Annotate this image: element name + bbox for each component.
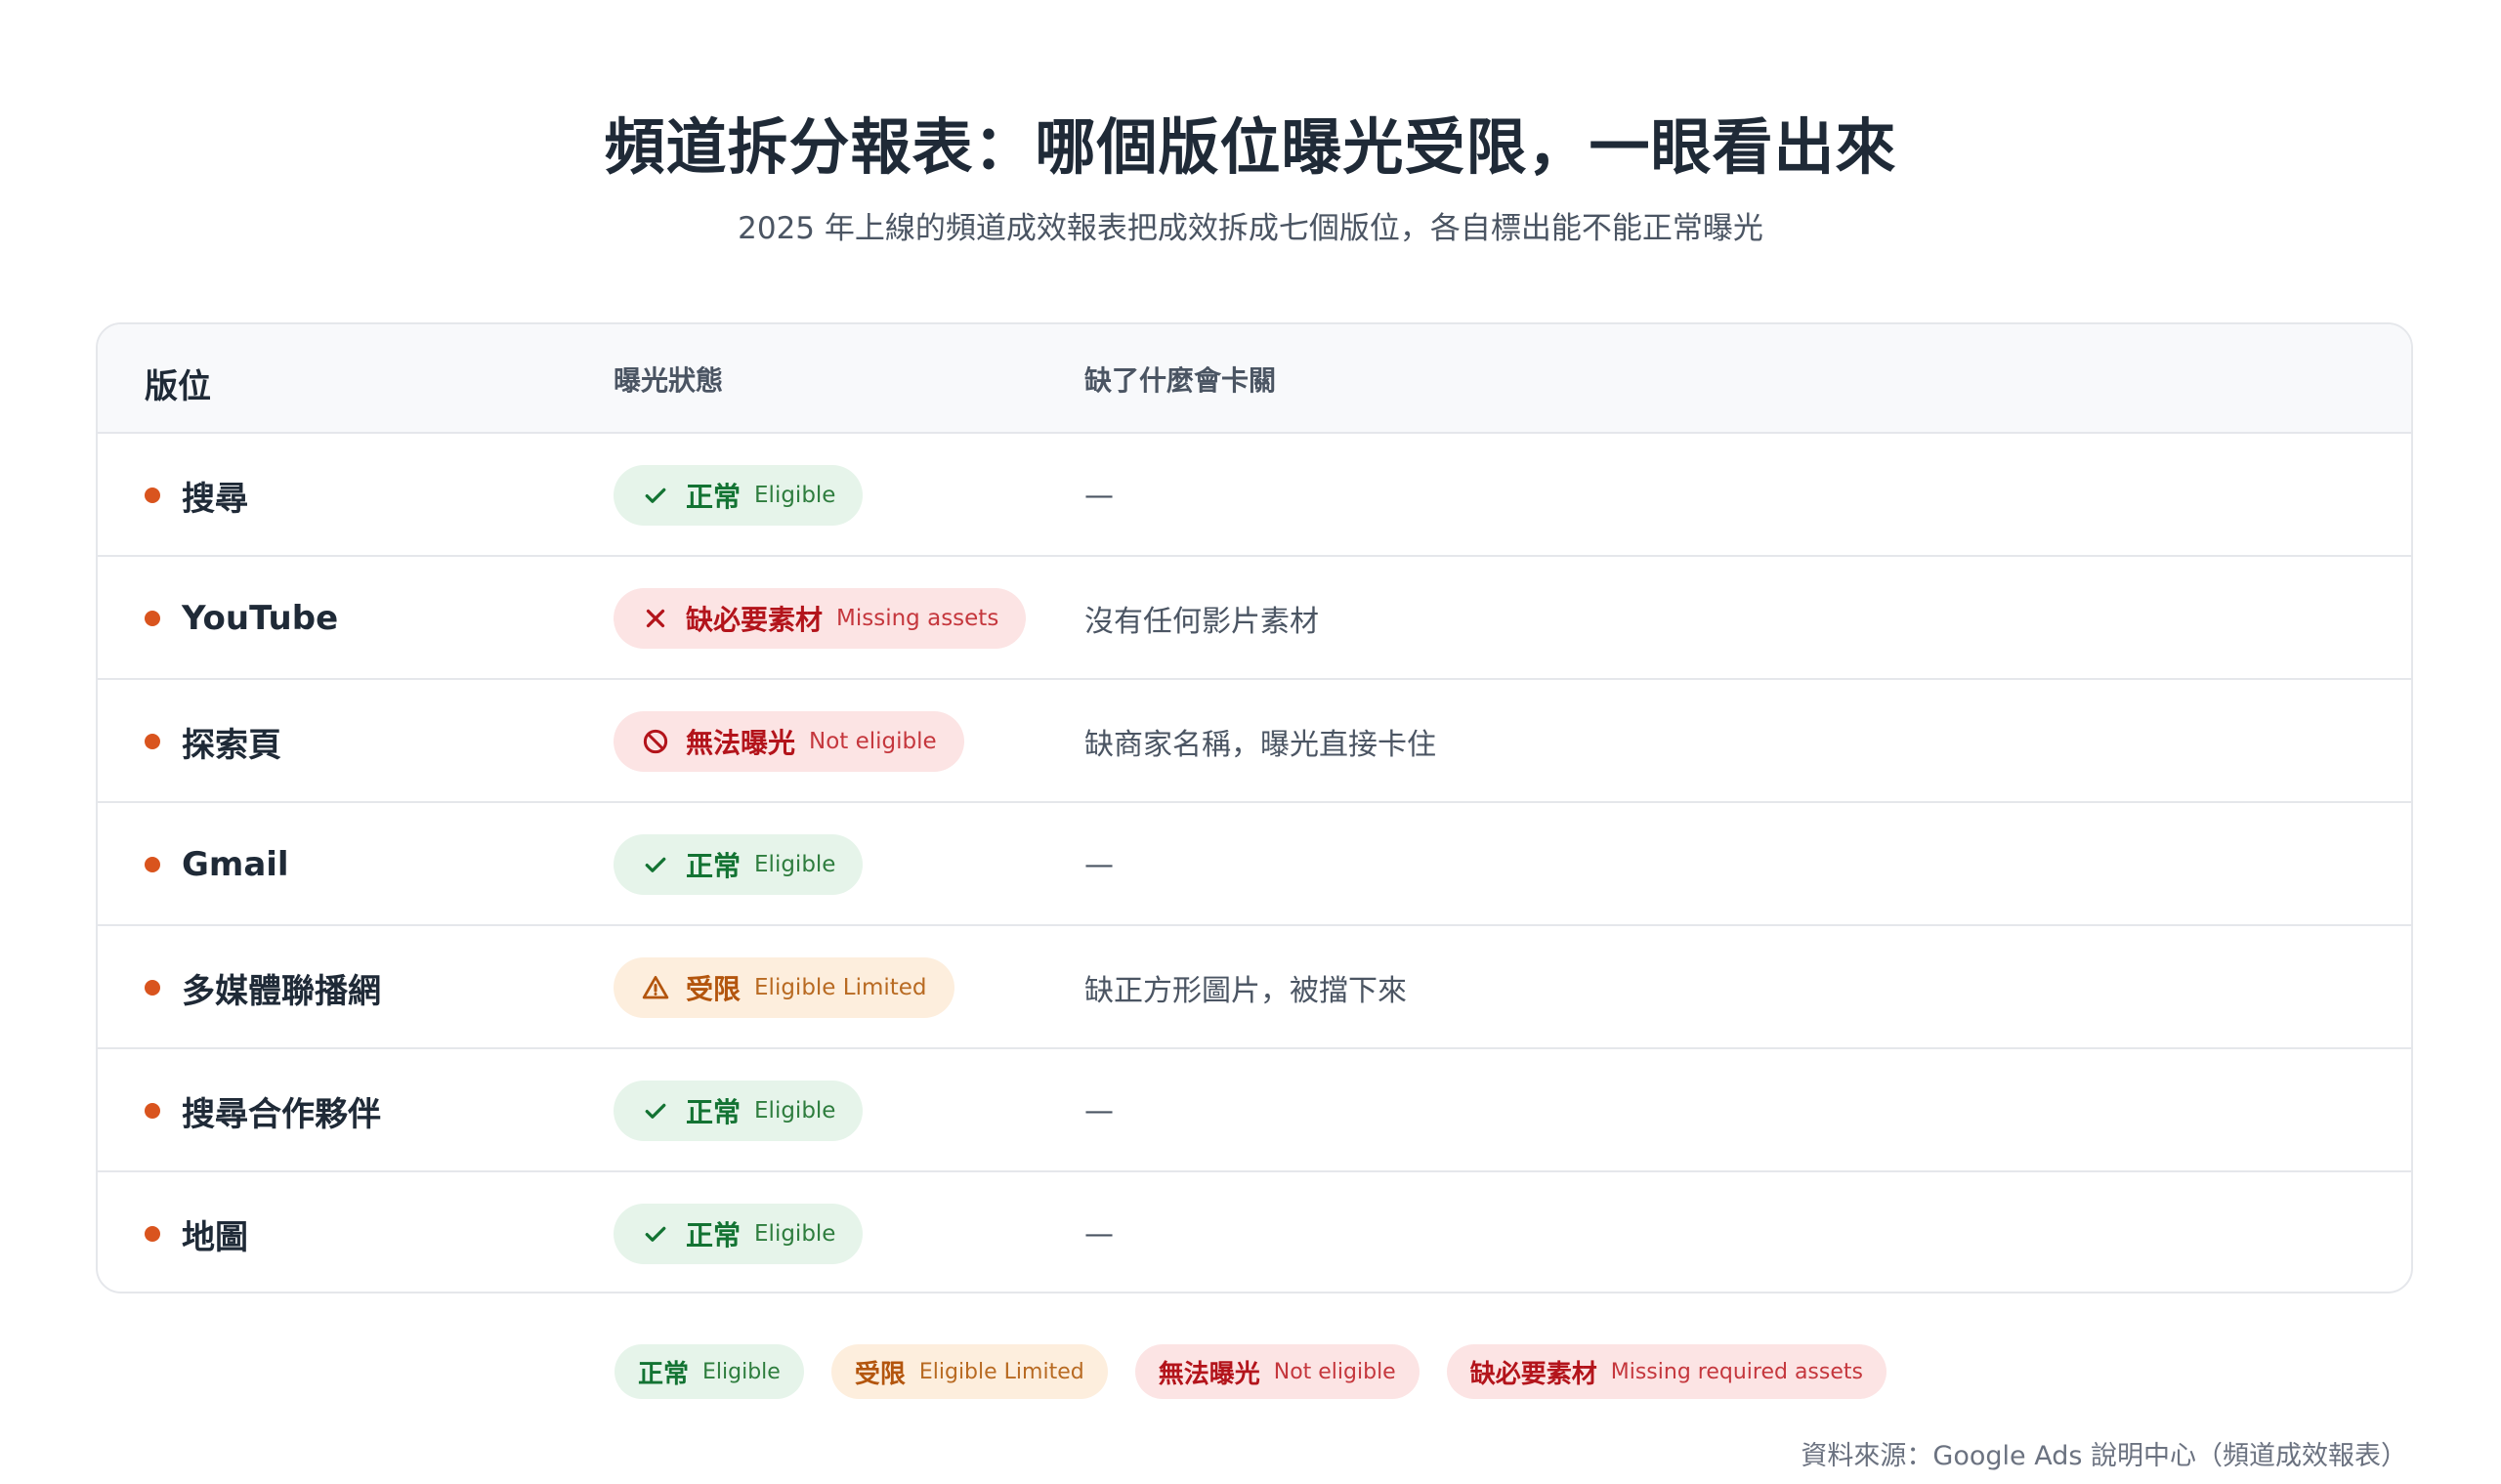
check-icon	[641, 1219, 670, 1249]
status-label-en: Eligible	[754, 483, 836, 508]
placement-name: Gmail	[182, 845, 289, 884]
bullet-dot-icon	[145, 980, 160, 996]
status-cell: 無法曝光 Not eligible	[614, 680, 964, 803]
status-label-en: Eligible	[754, 852, 836, 877]
status-badge: 受限 Eligible Limited	[614, 957, 954, 1018]
placement-cell: YouTube	[145, 557, 338, 680]
placement-name: 搜尋合作夥伴	[182, 1094, 381, 1134]
header-placement: 版位	[145, 367, 211, 406]
status-badge: 正常 Eligible	[614, 1081, 864, 1141]
status-badge: 正常 Eligible	[614, 465, 864, 526]
table-row: YouTube 缺必要素材 Missing assets 沒有任何影片素材	[98, 557, 2411, 680]
status-label: 正常	[686, 481, 742, 513]
legend-item: 缺必要素材 Missing required assets	[1446, 1344, 1886, 1399]
legend-label-en: Missing required assets	[1610, 1359, 1863, 1384]
status-label-en: Not eligible	[809, 729, 937, 754]
page-title: 頻道拆分報表：哪個版位曝光受限，一眼看出來	[604, 111, 1897, 183]
status-cell: 正常 Eligible	[614, 1049, 864, 1172]
source-note: 資料來源：Google Ads 說明中心（頻道成效報表）	[1801, 1441, 2407, 1471]
bullet-dot-icon	[145, 734, 160, 749]
legend-label-en: Not eligible	[1273, 1359, 1396, 1384]
bullet-dot-icon	[145, 488, 160, 503]
placement-cell: 探索頁	[145, 680, 281, 803]
page-subtitle: 2025 年上線的頻道成效報表把成效拆成七個版位，各自標出能不能正常曝光	[738, 211, 1763, 246]
placement-name: 地圖	[182, 1217, 248, 1257]
legend-item: 無法曝光 Not eligible	[1134, 1344, 1420, 1399]
legend-item: 正常 Eligible	[615, 1344, 804, 1399]
status-label-en: Eligible	[754, 1221, 836, 1247]
table-row: 探索頁 無法曝光 Not eligible 缺商家名稱，曝光直接卡住	[98, 680, 2411, 803]
placement-cell: 多媒體聯播網	[145, 926, 381, 1049]
status-label: 無法曝光	[686, 727, 796, 759]
status-label: 缺必要素材	[686, 604, 824, 636]
check-icon	[641, 850, 670, 879]
placement-name: 多媒體聯播網	[182, 971, 381, 1011]
placement-cell: 搜尋合作夥伴	[145, 1049, 381, 1172]
reason-cell: —	[1084, 478, 1114, 513]
check-icon	[641, 1096, 670, 1125]
placement-name: YouTube	[182, 599, 339, 638]
legend-item: 受限 Eligible Limited	[830, 1344, 1108, 1399]
reason-cell: 沒有任何影片素材	[1084, 605, 1319, 639]
table-row: Gmail 正常 Eligible —	[98, 803, 2411, 926]
bullet-dot-icon	[145, 1103, 160, 1119]
reason-cell: —	[1084, 1216, 1114, 1251]
placement-name: 搜尋	[182, 479, 248, 519]
status-label-en: Missing assets	[836, 606, 999, 631]
status-badge: 無法曝光 Not eligible	[614, 711, 964, 772]
status-cell: 正常 Eligible	[614, 434, 864, 557]
table-header-row: 版位 曝光狀態 缺了什麼會卡關	[98, 324, 2411, 434]
placement-cell: 地圖	[145, 1172, 248, 1292]
table-row: 搜尋 正常 Eligible —	[98, 434, 2411, 557]
status-cell: 正常 Eligible	[614, 803, 864, 926]
status-cell: 受限 Eligible Limited	[614, 926, 954, 1049]
reason-cell: 缺商家名稱，曝光直接卡住	[1084, 728, 1436, 762]
bullet-dot-icon	[145, 611, 160, 626]
table-row: 搜尋合作夥伴 正常 Eligible —	[98, 1049, 2411, 1172]
status-badge: 正常 Eligible	[614, 1204, 864, 1264]
legend-label-en: Eligible	[702, 1359, 781, 1384]
status-badge: 正常 Eligible	[614, 834, 864, 895]
status-label: 正常	[686, 1096, 742, 1128]
bullet-dot-icon	[145, 857, 160, 872]
status-label: 正常	[686, 1219, 742, 1251]
reason-cell: —	[1084, 1093, 1114, 1128]
bullet-dot-icon	[145, 1226, 160, 1242]
placement-cell: Gmail	[145, 803, 289, 926]
legend-label: 無法曝光	[1158, 1359, 1260, 1389]
warning-icon	[641, 973, 670, 1002]
check-icon	[641, 481, 670, 510]
reason-cell: 缺正方形圖片，被擋下來	[1084, 974, 1407, 1008]
status-label-en: Eligible	[754, 1098, 836, 1124]
placement-status-table: 版位 曝光狀態 缺了什麼會卡關 搜尋 正常 Eligible — YouTube…	[96, 322, 2413, 1293]
status-label-en: Eligible Limited	[754, 975, 927, 1000]
legend-label: 正常	[638, 1359, 690, 1389]
placement-name: 探索頁	[182, 725, 281, 765]
table-row: 地圖 正常 Eligible —	[98, 1172, 2411, 1292]
status-legend: 正常 Eligible 受限 Eligible Limited 無法曝光 Not…	[0, 1344, 2501, 1399]
legend-label: 受限	[854, 1359, 906, 1389]
table-body: 搜尋 正常 Eligible — YouTube 缺必要素材 Missing a…	[98, 434, 2411, 1292]
x-icon	[641, 604, 670, 633]
status-label: 受限	[686, 973, 742, 1005]
status-label: 正常	[686, 850, 742, 882]
placement-cell: 搜尋	[145, 434, 248, 557]
status-badge: 缺必要素材 Missing assets	[614, 588, 1027, 649]
status-cell: 缺必要素材 Missing assets	[614, 557, 1027, 680]
prohibited-icon	[641, 727, 670, 756]
table-row: 多媒體聯播網 受限 Eligible Limited 缺正方形圖片，被擋下來	[98, 926, 2411, 1049]
status-cell: 正常 Eligible	[614, 1172, 864, 1292]
legend-label: 缺必要素材	[1469, 1359, 1597, 1389]
header-reason: 缺了什麼會卡關	[1084, 364, 1277, 397]
reason-cell: —	[1084, 847, 1114, 882]
legend-label-en: Eligible Limited	[918, 1359, 1084, 1384]
header-status: 曝光狀態	[614, 364, 724, 397]
